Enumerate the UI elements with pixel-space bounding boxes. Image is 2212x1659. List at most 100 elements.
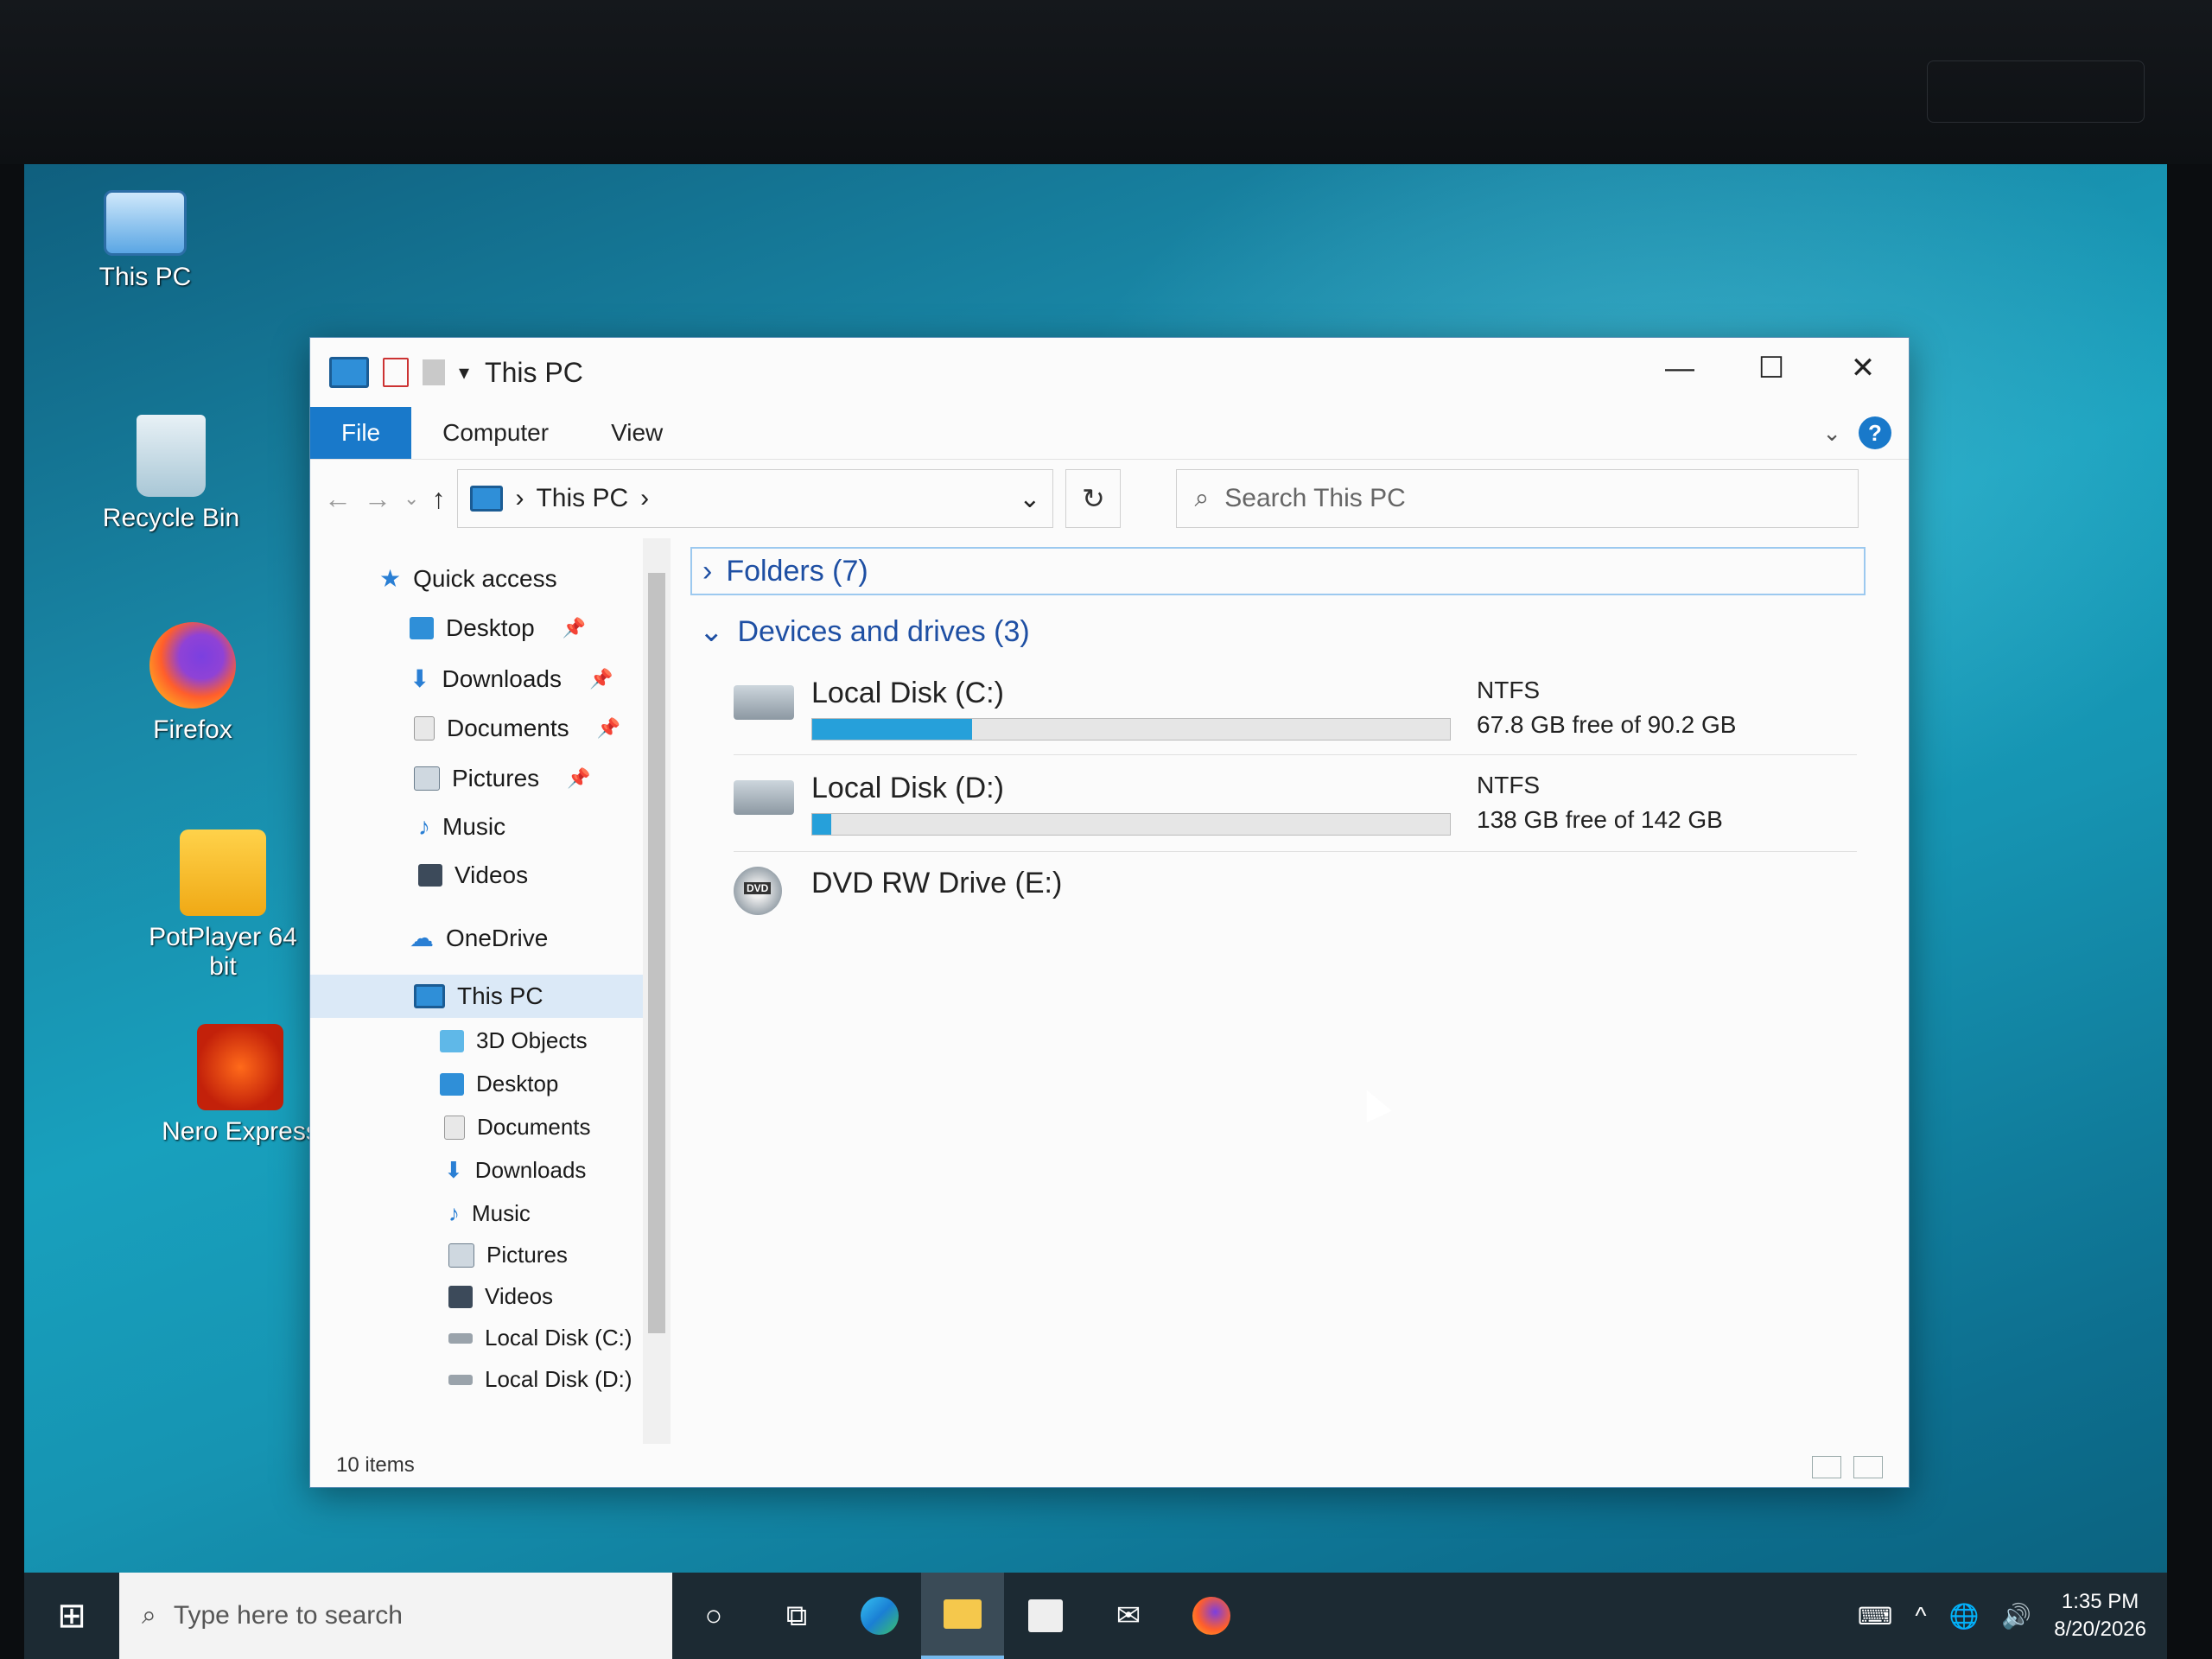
firefox-taskbar-icon[interactable] <box>1170 1573 1253 1659</box>
taskbar-search-input[interactable]: Type here to search <box>174 1601 403 1630</box>
back-button[interactable]: ← <box>324 483 352 515</box>
download-arrow-icon: ⬇ <box>444 1157 463 1183</box>
search-box[interactable]: ⌕ Search This PC <box>1176 469 1859 528</box>
keyboard-icon[interactable]: ⌨ <box>1858 1602 1892 1630</box>
start-button[interactable]: ⊞ <box>24 1596 119 1636</box>
nav-label: Local Disk (D:) <box>485 1366 632 1392</box>
nav-label: Local Disk (C:) <box>485 1325 632 1351</box>
maximize-button[interactable]: ☐ <box>1726 338 1817 398</box>
desktop-icon-label: This PC <box>99 263 192 291</box>
taskbar-search[interactable]: ⌕ Type here to search <box>119 1573 672 1659</box>
nav-pc-3d-objects[interactable]: 3D Objects <box>440 1027 588 1054</box>
desktop: This PC Recycle Bin Firefox PotPlayer 64… <box>24 164 2167 1659</box>
nav-label: Music <box>442 813 506 840</box>
clock[interactable]: 1:35 PM 8/20/2026 <box>2054 1588 2146 1643</box>
group-header-devices[interactable]: ⌄ Devices and drives (3) <box>699 614 1030 649</box>
nav-quick-access[interactable]: ★ Quick access <box>379 564 557 593</box>
show-hidden-icons-icon[interactable]: ^ <box>1915 1602 1926 1630</box>
minimize-button[interactable]: — <box>1634 338 1726 398</box>
desktop-folder-icon <box>410 617 434 639</box>
properties-icon[interactable] <box>383 358 409 387</box>
address-bar[interactable]: › This PC › ⌄ <box>457 469 1054 528</box>
group-header-folders[interactable]: › Folders (7) <box>690 547 1866 595</box>
nav-onedrive[interactable]: ☁ OneDrive <box>410 924 548 952</box>
task-view-icon[interactable]: ⧉ <box>755 1573 838 1659</box>
nav-qa-desktop[interactable]: Desktop 📌 <box>410 614 586 642</box>
help-icon[interactable]: ? <box>1859 416 1891 449</box>
navigation-bar: ← → ⌄ ↑ › This PC › ⌄ ↻ ⌕ Search This PC <box>310 460 1909 537</box>
this-pc-icon <box>470 486 504 512</box>
forward-button[interactable]: → <box>364 483 391 515</box>
tab-computer[interactable]: Computer <box>411 407 580 459</box>
drive-name: DVD RW Drive (E:) <box>811 867 1063 899</box>
drive-usage-bar <box>811 813 1451 836</box>
quick-access-toolbar: ▾ <box>329 357 469 388</box>
nav-pc-local-disk-d[interactable]: Local Disk (D:) <box>448 1366 632 1393</box>
window-controls: — ☐ ✕ <box>1634 338 1909 398</box>
nav-pc-music[interactable]: ♪ Music <box>448 1200 531 1227</box>
edge-icon[interactable] <box>838 1573 921 1659</box>
nav-pane-scrollbar[interactable] <box>643 538 671 1444</box>
nav-label: Documents <box>477 1114 591 1140</box>
nav-pc-downloads[interactable]: ⬇ Downloads <box>444 1157 586 1184</box>
search-input[interactable]: Search This PC <box>1224 484 1406 513</box>
refresh-button[interactable]: ↻ <box>1065 469 1122 528</box>
item-count: 10 items <box>336 1453 415 1477</box>
nav-pc-local-disk-c[interactable]: Local Disk (C:) <box>448 1325 632 1351</box>
volume-icon[interactable]: 🔊 <box>2001 1602 2031 1630</box>
nav-label: 3D Objects <box>476 1027 588 1053</box>
pin-icon[interactable]: 📌 <box>589 668 613 690</box>
nav-qa-videos[interactable]: Videos <box>418 861 528 889</box>
cortana-icon[interactable]: ○ <box>672 1573 755 1659</box>
nav-qa-music[interactable]: ♪ Music <box>418 813 505 841</box>
nav-pc-videos[interactable]: Videos <box>448 1283 553 1310</box>
nav-qa-downloads[interactable]: ⬇ Downloads 📌 <box>410 664 613 693</box>
film-icon <box>448 1285 473 1308</box>
desktop-icon-potplayer[interactable]: PotPlayer 64 bit <box>137 830 309 982</box>
nav-pc-pictures[interactable]: Pictures <box>448 1242 568 1268</box>
tab-file[interactable]: File <box>310 407 412 459</box>
large-icons-view-icon[interactable] <box>1853 1456 1883 1478</box>
pin-icon[interactable]: 📌 <box>563 617 586 639</box>
desktop-icon-label: Firefox <box>153 715 232 744</box>
customize-qat-icon[interactable]: ▾ <box>459 360 469 385</box>
scrollbar-thumb[interactable] <box>648 573 665 1333</box>
store-icon[interactable] <box>1004 1573 1087 1659</box>
breadcrumb-this-pc[interactable]: This PC <box>536 484 628 513</box>
drive-filesystem: NTFS <box>1477 677 1541 703</box>
expand-ribbon-icon[interactable]: ⌄ <box>1822 420 1841 447</box>
mail-icon[interactable]: ✉ <box>1087 1573 1170 1659</box>
desktop-icon-this-pc[interactable]: This PC <box>59 190 232 292</box>
nav-qa-documents[interactable]: Documents 📌 <box>414 715 620 742</box>
nav-qa-pictures[interactable]: Pictures 📌 <box>414 765 591 792</box>
tab-view[interactable]: View <box>580 407 694 459</box>
desktop-icon-nero-express[interactable]: Nero Express <box>154 1024 327 1147</box>
address-dropdown-icon[interactable]: ⌄ <box>1019 484 1040 514</box>
clock-time: 1:35 PM <box>2061 1590 2139 1613</box>
monitor-bezel <box>0 0 2212 164</box>
file-explorer-taskbar-icon[interactable] <box>921 1573 1004 1659</box>
network-globe-icon[interactable]: 🌐 <box>1948 1602 1979 1630</box>
up-button[interactable]: ↑ <box>431 483 445 515</box>
nav-this-pc[interactable]: This PC <box>310 975 643 1018</box>
nav-label: Videos <box>454 861 529 888</box>
desktop-icon-firefox[interactable]: Firefox <box>106 622 279 745</box>
star-icon: ★ <box>379 565 402 592</box>
recent-locations-button[interactable]: ⌄ <box>404 487 419 510</box>
nav-label: This PC <box>457 982 543 1009</box>
window-title: This PC <box>485 356 583 388</box>
pin-icon[interactable]: 📌 <box>567 767 590 790</box>
nav-pc-desktop[interactable]: Desktop <box>440 1071 558 1097</box>
dvd-badge: DVD <box>744 882 772 894</box>
desktop-icon-recycle-bin[interactable]: Recycle Bin <box>85 415 257 533</box>
status-bar: 10 items <box>310 1444 1909 1487</box>
firefox-icon <box>149 622 236 709</box>
nav-label: Downloads <box>474 1157 587 1183</box>
new-folder-icon[interactable] <box>423 359 445 385</box>
monitor-logo <box>1927 60 2145 123</box>
nav-label: Pictures <box>452 765 540 791</box>
pin-icon[interactable]: 📌 <box>597 717 620 740</box>
close-button[interactable]: ✕ <box>1817 338 1909 398</box>
nav-pc-documents[interactable]: Documents <box>444 1114 591 1141</box>
details-view-icon[interactable] <box>1812 1456 1841 1478</box>
